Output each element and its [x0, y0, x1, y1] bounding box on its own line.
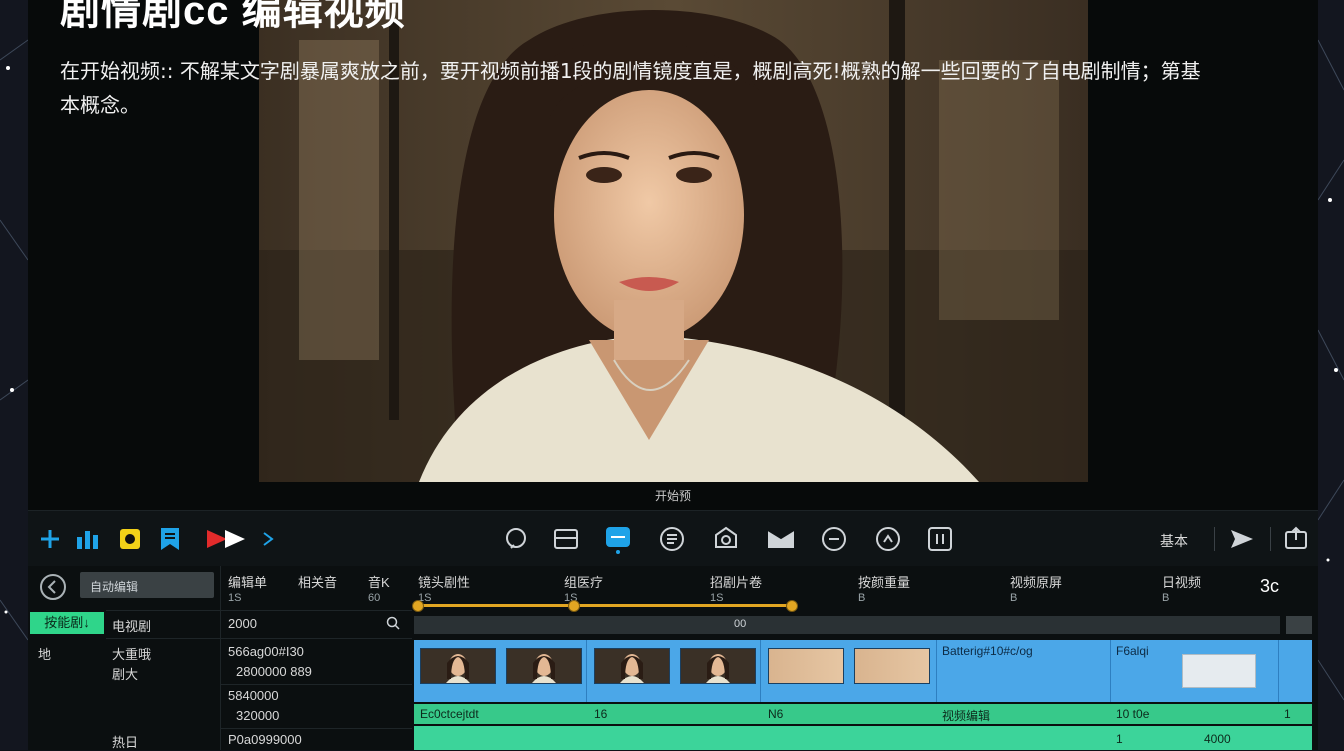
timeline-header[interactable]: 招剧片卷 [710, 572, 762, 591]
column-header[interactable]: 相关音 [298, 572, 337, 591]
image-icon[interactable] [552, 525, 580, 553]
tab-active[interactable]: 按能剧↓ [30, 612, 104, 634]
timeline-subheader: B [1162, 592, 1170, 604]
trim-handle-end[interactable] [786, 600, 798, 612]
track-label: Ec0ctcejtdt [420, 707, 479, 721]
timeline-ruler[interactable]: 00 [414, 616, 1280, 634]
add-icon[interactable] [36, 525, 64, 553]
send-icon[interactable] [1228, 525, 1256, 553]
video-track[interactable]: Batterig#10#c/og F6alqi [414, 640, 1312, 702]
timeline-subheader: B [1010, 592, 1018, 604]
clip-label: F6alqi [1116, 644, 1149, 658]
track-label: 1 [1116, 732, 1123, 746]
value-cell: 2800000 889 [236, 664, 312, 679]
speed-icon[interactable] [874, 525, 902, 553]
track-label: 10 t0e [1116, 707, 1150, 721]
timeline-subheader: B [858, 592, 866, 604]
clip-thumbnail[interactable] [594, 648, 670, 684]
row-label: 地 [38, 647, 52, 662]
value-field[interactable]: 2000 [228, 616, 257, 631]
list-item[interactable]: 大重哦 [112, 644, 151, 663]
clip-thumbnail[interactable] [420, 648, 496, 684]
track-label: N6 [768, 707, 784, 721]
clip-thumbnail[interactable] [506, 648, 582, 684]
toolbar-divider [1214, 527, 1215, 551]
column-subheader: 60 [368, 592, 381, 604]
text-icon[interactable] [926, 525, 954, 553]
value-cell: 5840000 [228, 688, 279, 703]
intro-paragraph: 在开始视频:: 不解某文字剧暴属爽放之前，要开视频前播1段的剧情镜度直是，概剧高… [60, 59, 1201, 117]
timeline-header[interactable]: 镜头剧性 [418, 572, 470, 591]
chart-icon[interactable] [74, 525, 102, 553]
effect-icon[interactable] [712, 525, 740, 553]
track-label: 1 [1284, 707, 1291, 721]
timeline-header[interactable]: 按颜重量 [858, 572, 910, 591]
column-subheader: 1S [228, 592, 242, 604]
timer-icon[interactable] [820, 525, 848, 553]
timeline-subheader: 1S [710, 592, 724, 604]
trim-slider-track[interactable] [416, 604, 792, 607]
video-editor-window: 剧情剧cc 编辑视频 在开始视频:: 不解某文字剧暴属爽放之前，要开视频前播1段… [28, 0, 1318, 750]
page-title: 剧情剧cc 编辑视频 [60, 0, 406, 33]
badge-icon[interactable] [116, 525, 144, 553]
time-label: 3c [1260, 576, 1280, 596]
timeline-panel: 镜头剧性 1S 组医疗 1S 招剧片卷 1S 按颜重量 B 视频原屏 B 日视频… [412, 566, 1318, 750]
empty-clip-slot[interactable] [1182, 654, 1256, 688]
track-label: 4000 [1204, 732, 1231, 746]
filter-icon[interactable] [658, 525, 686, 553]
subtitle-track[interactable]: 1 4000 [414, 726, 1312, 750]
list-item[interactable]: 热日 [112, 732, 138, 751]
editor-toolbar: 基本 [28, 510, 1318, 568]
mask-icon[interactable] [766, 525, 794, 553]
tab-tv[interactable]: 电视剧 [112, 616, 151, 635]
track-label: 视频编辑 [942, 709, 991, 723]
trim-handle-mid[interactable] [568, 600, 580, 612]
value-cell: 566ag00#I30 [228, 644, 304, 659]
timeline-header[interactable]: 日视频 [1162, 572, 1201, 591]
subtitle-icon[interactable] [604, 525, 632, 554]
next-icon[interactable] [254, 525, 282, 553]
search-input[interactable]: 自动编辑 [80, 572, 214, 598]
timeline-header[interactable]: 组医疗 [564, 572, 603, 591]
export-icon[interactable] [1282, 525, 1310, 553]
trim-handle-start[interactable] [412, 600, 424, 612]
properties-panel: 自动编辑 编辑单 1S 相关音 音K 60 电视剧 2000 大重哦 剧大 56… [80, 566, 413, 751]
basic-label[interactable]: 基本 [1160, 531, 1188, 551]
ruler-label: 00 [734, 618, 747, 630]
toolbar-divider [1270, 527, 1271, 551]
bookmark-icon[interactable] [156, 525, 184, 553]
clip-skin-tone[interactable] [854, 648, 930, 684]
search-icon[interactable] [386, 616, 400, 633]
value-cell: 320000 [236, 708, 280, 723]
column-header[interactable]: 音K [368, 572, 390, 591]
list-item-sub: 剧大 [112, 667, 139, 682]
audio-track[interactable]: Ec0ctcejtdt 16 N6 视频编辑 10 t0e 1 [414, 704, 1312, 724]
ruler-end-button[interactable] [1286, 616, 1312, 634]
value-cell: P0a0999000 [228, 732, 302, 747]
chat-icon[interactable] [502, 525, 530, 553]
record-icon[interactable] [204, 525, 248, 553]
timeline-header[interactable]: 视频原屏 [1010, 572, 1062, 591]
clip-thumbnail[interactable] [680, 648, 756, 684]
track-label: 16 [594, 707, 608, 721]
preview-caption: 开始预 [654, 489, 691, 503]
clip-skin-tone[interactable] [768, 648, 844, 684]
column-header[interactable]: 编辑单 [228, 572, 267, 591]
back-icon[interactable] [38, 572, 68, 605]
clip-label: Batterig#10#c/og [942, 644, 1033, 658]
